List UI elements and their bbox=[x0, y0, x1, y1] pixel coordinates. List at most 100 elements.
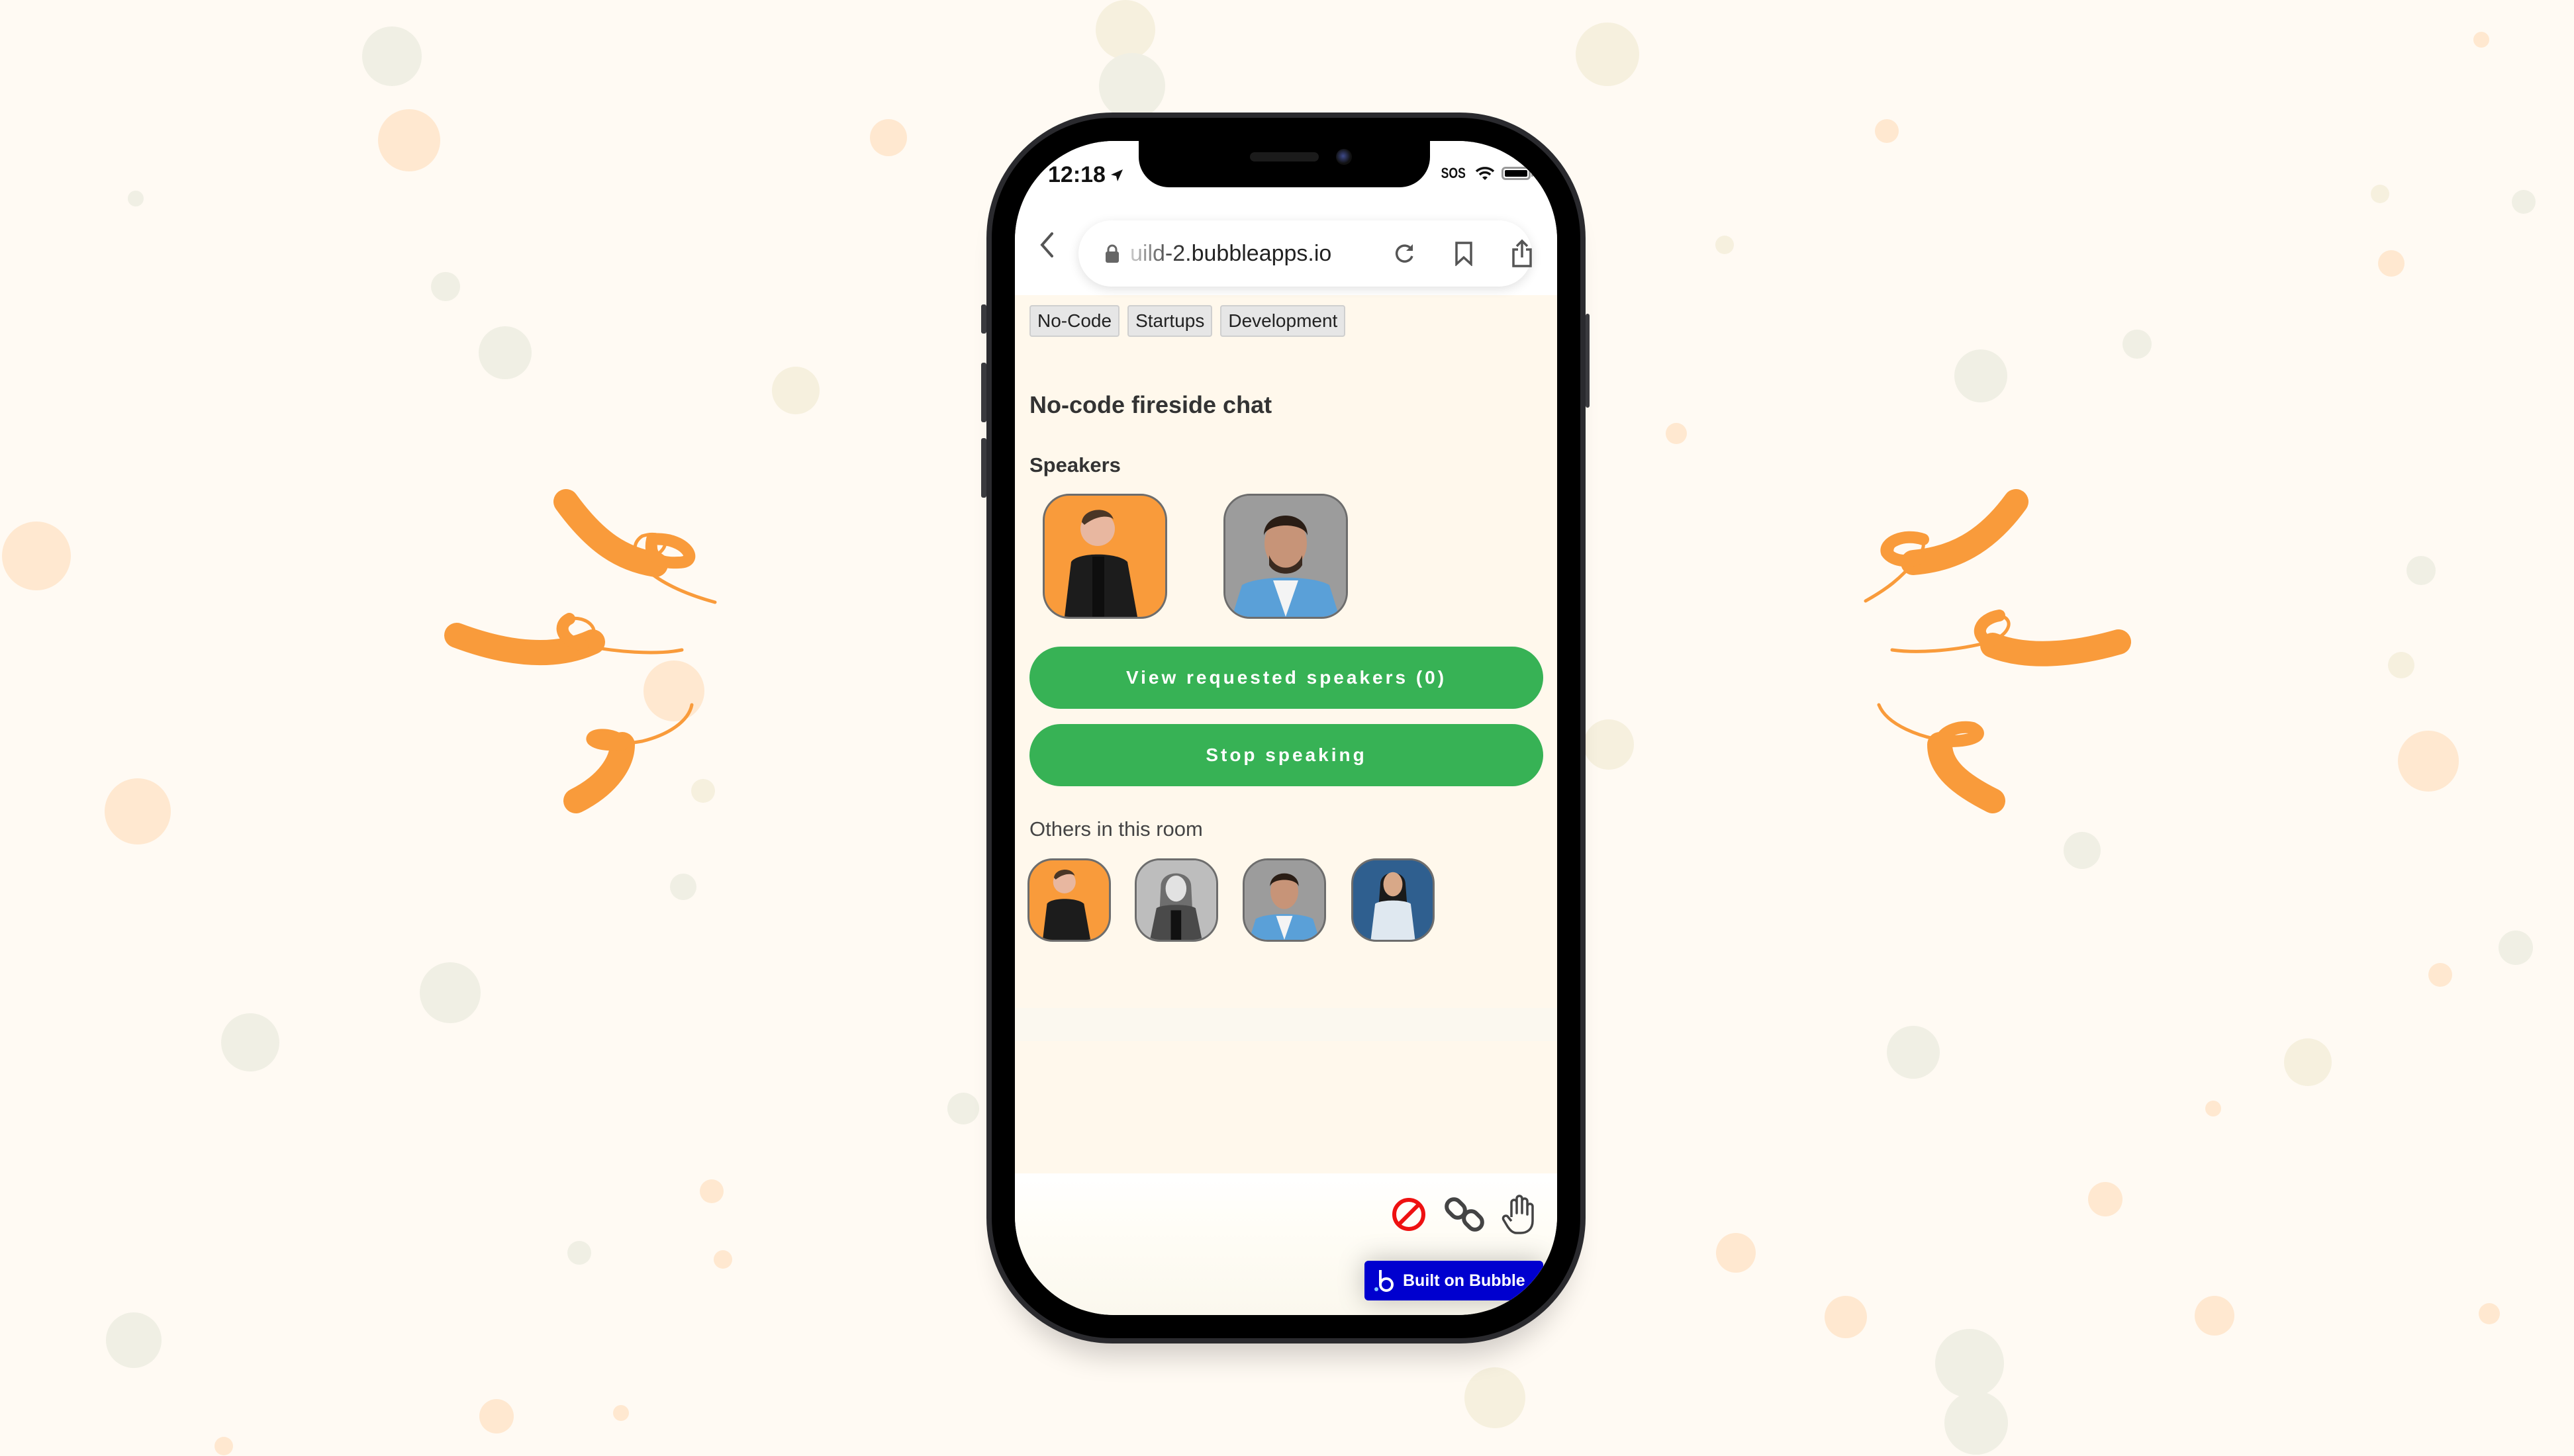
background-dot bbox=[1935, 1329, 2004, 1398]
background-dot bbox=[2512, 190, 2536, 214]
phone-notch bbox=[1139, 141, 1430, 187]
background-dot bbox=[947, 1093, 979, 1124]
background-dot bbox=[2088, 1182, 2122, 1216]
content-divider-band bbox=[1015, 1008, 1557, 1041]
background-dot bbox=[2499, 931, 2533, 965]
room-title: No-code fireside chat bbox=[1029, 391, 1272, 418]
person-photo-icon bbox=[1043, 870, 1091, 940]
raise-hand-button[interactable] bbox=[1500, 1193, 1539, 1236]
built-on-bubble-badge[interactable]: Built on Bubble bbox=[1364, 1261, 1543, 1300]
bubble-logo-icon bbox=[1374, 1270, 1394, 1292]
tag-list: No-Code Startups Development bbox=[1029, 305, 1346, 337]
background-dot bbox=[714, 1250, 732, 1269]
background-dot bbox=[106, 1312, 162, 1368]
status-icons: SOS bbox=[1438, 165, 1533, 182]
background-dot bbox=[567, 1241, 591, 1265]
front-camera-icon bbox=[1336, 149, 1352, 165]
participant-avatar[interactable] bbox=[1135, 858, 1218, 942]
share-button[interactable] bbox=[1507, 239, 1537, 268]
speakers-label: Speakers bbox=[1029, 453, 1121, 477]
background-dot bbox=[105, 778, 171, 844]
mute-icon bbox=[1392, 1198, 1425, 1231]
copy-link-button[interactable] bbox=[1445, 1193, 1484, 1236]
background-dot bbox=[1954, 349, 2007, 402]
background-dot bbox=[1887, 1026, 1940, 1079]
background-dot bbox=[378, 109, 440, 171]
phone-volume-up bbox=[981, 363, 986, 422]
bookmark-icon bbox=[1455, 242, 1472, 266]
back-button[interactable] bbox=[1033, 230, 1060, 259]
phone-power-button bbox=[1586, 314, 1590, 408]
participant-avatar[interactable] bbox=[1243, 858, 1326, 942]
ribbon-decoration-right bbox=[1864, 489, 2131, 813]
phone-screen: 12:18 SOS uild-2.bubbleapps.io No-Code S… bbox=[1015, 141, 1557, 1315]
tag-item[interactable]: Startups bbox=[1127, 305, 1213, 337]
phone-earpiece bbox=[1250, 152, 1319, 161]
background-dot bbox=[2122, 330, 2152, 359]
bookmark-button[interactable] bbox=[1449, 239, 1478, 268]
background-dot bbox=[1825, 1296, 1867, 1338]
background-dot bbox=[1716, 1233, 1756, 1273]
view-requested-speakers-button[interactable]: View requested speakers (0) bbox=[1029, 647, 1543, 709]
background-dot bbox=[772, 367, 820, 414]
background-dot bbox=[362, 26, 422, 86]
background-dot bbox=[700, 1179, 724, 1203]
share-icon bbox=[1512, 239, 1532, 267]
speaker-avatar[interactable] bbox=[1223, 494, 1348, 619]
reload-icon bbox=[1395, 244, 1413, 263]
background-dot bbox=[1666, 423, 1687, 444]
background-dot bbox=[1464, 1367, 1525, 1428]
background-dot bbox=[128, 191, 144, 206]
background-dot bbox=[2428, 963, 2452, 987]
phone-silent-switch bbox=[981, 304, 986, 334]
background-dot bbox=[1099, 53, 1165, 119]
person-photo-icon bbox=[1353, 860, 1433, 940]
person-photo-icon bbox=[1137, 860, 1216, 940]
location-arrow-icon bbox=[1110, 169, 1123, 181]
chevron-left-icon bbox=[1040, 232, 1053, 257]
stop-speaking-button[interactable]: Stop speaking bbox=[1029, 724, 1543, 786]
background-dot bbox=[1944, 1391, 2008, 1455]
background-dot bbox=[2378, 250, 2405, 277]
person-photo-icon bbox=[1225, 496, 1346, 617]
lock-icon bbox=[1106, 244, 1119, 263]
background-dot bbox=[479, 1399, 514, 1433]
background-dot bbox=[1715, 236, 1734, 254]
reload-button[interactable] bbox=[1390, 239, 1419, 268]
participant-avatar[interactable] bbox=[1351, 858, 1435, 942]
battery-icon bbox=[1502, 167, 1533, 180]
address-bar[interactable]: uild-2.bubbleapps.io bbox=[1078, 220, 1532, 287]
status-time-text: 12:18 bbox=[1048, 162, 1106, 187]
carrier-label: SOS bbox=[1441, 165, 1466, 181]
background-dot bbox=[215, 1437, 233, 1455]
background-dot bbox=[479, 326, 532, 379]
ribbon-decoration-left bbox=[444, 489, 717, 813]
background-dot bbox=[2371, 185, 2389, 203]
phone-volume-down bbox=[981, 438, 986, 498]
raise-hand-icon bbox=[1502, 1195, 1534, 1234]
background-dot bbox=[2388, 652, 2414, 678]
person-photo-icon bbox=[1245, 860, 1324, 940]
tag-item[interactable]: Development bbox=[1220, 305, 1346, 337]
tag-item[interactable]: No-Code bbox=[1029, 305, 1120, 337]
speaker-avatar[interactable] bbox=[1043, 494, 1167, 619]
background-dot bbox=[2407, 556, 2436, 585]
background-dot bbox=[613, 1405, 629, 1421]
status-time: 12:18 bbox=[1048, 162, 1124, 188]
background-dot bbox=[2195, 1296, 2234, 1336]
person-photo-icon bbox=[1065, 510, 1137, 617]
background-dot bbox=[2, 522, 71, 590]
mute-button[interactable] bbox=[1389, 1193, 1429, 1236]
participant-avatar[interactable] bbox=[1027, 858, 1111, 942]
url-text: uild-2.bubbleapps.io bbox=[1130, 240, 1332, 266]
background-dot bbox=[2398, 731, 2459, 792]
background-dot bbox=[2473, 32, 2489, 48]
background-dot bbox=[2479, 1303, 2500, 1324]
background-dot bbox=[221, 1013, 279, 1071]
background-dot bbox=[870, 119, 907, 156]
background-dot bbox=[431, 272, 460, 301]
background-dot bbox=[1576, 23, 1639, 86]
others-label: Others in this room bbox=[1029, 817, 1203, 841]
wifi-icon bbox=[1475, 167, 1495, 180]
link-icon bbox=[1445, 1197, 1484, 1232]
